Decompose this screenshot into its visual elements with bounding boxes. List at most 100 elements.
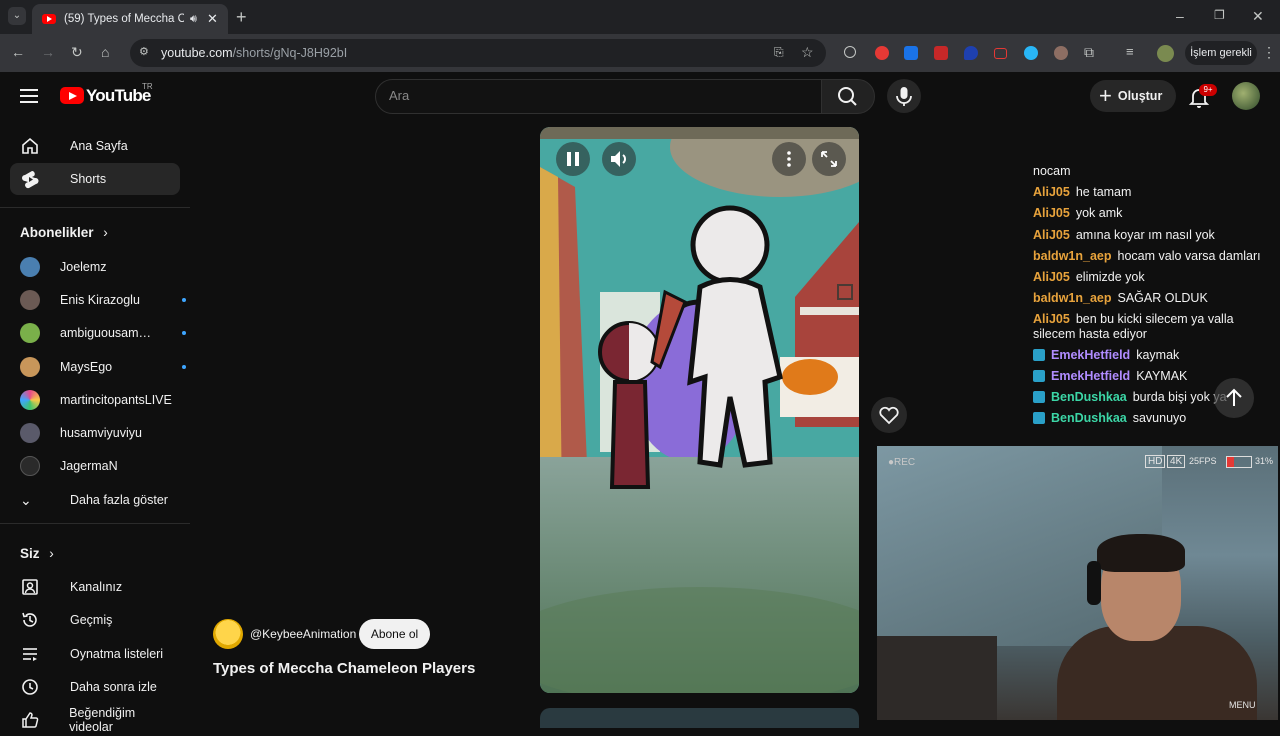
pause-button[interactable]: [556, 142, 590, 176]
sidebar-item-channel[interactable]: Kanalınız: [10, 571, 180, 603]
sidebar-subscription[interactable]: husamviyuviyu: [20, 417, 190, 449]
sidebar-item-shorts[interactable]: Shorts: [10, 163, 180, 195]
show-more-button[interactable]: ⌄ Daha fazla göster: [10, 484, 180, 516]
account-avatar[interactable]: [1232, 82, 1260, 110]
extension-6-icon[interactable]: [994, 48, 1007, 59]
extension-5-icon[interactable]: [964, 46, 978, 60]
sidebar-item-home[interactable]: Ana Sayfa: [10, 130, 180, 162]
channel-avatar[interactable]: [213, 619, 243, 649]
rec-indicator: ●REC: [888, 457, 916, 468]
reload-icon[interactable]: ↻: [71, 44, 83, 61]
sidebar-subscription[interactable]: JagermaN: [20, 450, 190, 482]
forward-icon[interactable]: →: [41, 44, 55, 60]
previous-short-button[interactable]: [1214, 378, 1254, 418]
you-heading[interactable]: Siz ›: [20, 546, 54, 561]
new-content-dot: [182, 365, 186, 369]
profile-action-button[interactable]: İşlem gerekli: [1185, 41, 1257, 65]
battery-level: 31%: [1255, 456, 1274, 466]
extension-2-icon[interactable]: [875, 46, 889, 60]
subscription-label: Enis Kirazoglu: [60, 293, 140, 307]
extension-7-icon[interactable]: [1024, 46, 1038, 60]
install-app-icon[interactable]: ⎘: [774, 45, 784, 60]
chat-message: AliJ05 elimizde yok: [1033, 270, 1145, 284]
home-browser-icon[interactable]: ⌂: [101, 44, 109, 60]
speaker-icon[interactable]: 🔊︎: [190, 13, 197, 26]
site-info-icon[interactable]: ⚙: [139, 45, 149, 58]
subscribe-button[interactable]: Abone ol: [359, 619, 430, 649]
more-options-button[interactable]: [772, 142, 806, 176]
webcam-shelf: [877, 636, 997, 720]
chat-message: AliJ05 amına koyar ım nasıl yok: [1033, 228, 1215, 242]
video-title[interactable]: Types of Meccha Chameleon Players: [213, 660, 475, 677]
plus-icon: +: [1099, 83, 1112, 108]
maximize-icon[interactable]: ❐: [1214, 8, 1225, 22]
kick-badge-icon: [1033, 391, 1045, 403]
kick-badge-icon: [1033, 349, 1045, 361]
sidebar-subscription[interactable]: martincitopantsLIVE: [20, 384, 190, 416]
like-button[interactable]: [871, 397, 907, 433]
extensions-puzzle-icon[interactable]: ⧉: [1084, 44, 1094, 61]
profile-avatar-icon[interactable]: [1157, 45, 1174, 62]
create-button[interactable]: + Oluştur: [1090, 80, 1176, 112]
home-icon: [22, 137, 38, 154]
extension-4-icon[interactable]: [934, 46, 948, 60]
chat-text: yok amk: [1075, 206, 1123, 220]
volume-button[interactable]: [602, 142, 636, 176]
sidebar-subscription[interactable]: ambiguousamph...: [20, 317, 190, 349]
search-input[interactable]: [375, 79, 823, 114]
sidebar-subscription[interactable]: Joelemz: [20, 251, 190, 283]
subscription-label: JagermaN: [60, 459, 118, 473]
back-icon[interactable]: ←: [11, 44, 25, 60]
voice-search-button[interactable]: [887, 79, 921, 113]
search-placeholder: Ara: [389, 88, 410, 103]
shorts-icon: [22, 171, 39, 189]
chat-message-continued: silecem hasta ediyor: [1033, 327, 1147, 341]
extension-8-icon[interactable]: [1054, 46, 1068, 60]
you-title: Siz: [20, 546, 40, 561]
chat-message: BenDushkaa burda bişi yok ya: [1033, 390, 1227, 404]
fullscreen-button[interactable]: [812, 142, 846, 176]
sidebar-subscription[interactable]: MaysEgo: [20, 351, 190, 383]
tab-search-icon[interactable]: ⌄: [8, 7, 26, 25]
chat-text: elimizde yok: [1075, 270, 1145, 284]
bookmark-star-icon[interactable]: ☆: [801, 44, 814, 61]
volume-icon: [611, 151, 626, 167]
youtube-logo-text[interactable]: YouTube: [86, 86, 151, 106]
next-short-preview[interactable]: [540, 708, 859, 728]
window-close-icon[interactable]: ✕: [1252, 8, 1264, 25]
divider: [0, 207, 190, 208]
hamburger-menu-icon[interactable]: [20, 88, 38, 104]
sidebar-item-liked[interactable]: Beğendiğim videolar: [10, 704, 180, 736]
shorts-video-player[interactable]: [540, 127, 859, 693]
chat-user: AliJ05: [1033, 312, 1070, 326]
history-icon: [22, 612, 37, 627]
sidebar-item-label: Geçmiş: [70, 613, 113, 627]
subscriptions-heading[interactable]: Abonelikler ›: [20, 225, 108, 240]
browser-menu-icon[interactable]: ⋮: [1262, 44, 1276, 61]
media-queue-icon[interactable]: ≡: [1126, 44, 1134, 59]
extension-1-icon[interactable]: [844, 46, 856, 58]
sidebar-subscription[interactable]: Enis Kirazoglu: [20, 284, 190, 316]
battery-icon: [1226, 456, 1252, 468]
kick-badge-icon: [1033, 370, 1045, 382]
close-tab-icon[interactable]: ✕: [207, 11, 218, 27]
subscription-label: husamviyuviyu: [60, 426, 142, 440]
extension-3-icon[interactable]: [904, 46, 918, 60]
arrow-up-icon: [1226, 388, 1242, 406]
new-tab-icon[interactable]: +: [236, 7, 247, 28]
sidebar-item-label: Shorts: [70, 172, 107, 186]
channel-avatar: [20, 390, 40, 410]
minimize-icon[interactable]: –: [1176, 8, 1184, 24]
subscriptions-title: Abonelikler: [20, 225, 94, 240]
webcam-person-body: [1057, 626, 1257, 720]
sidebar-item-history[interactable]: Geçmiş: [10, 604, 180, 636]
channel-avatar: [20, 423, 40, 443]
channel-name[interactable]: @KeybeeAnimation: [250, 627, 356, 641]
sidebar-item-watch-later[interactable]: Daha sonra izle: [10, 671, 180, 703]
search-button[interactable]: [821, 79, 875, 114]
address-bar[interactable]: youtube.com/shorts/gNq-J8H92bI: [130, 39, 826, 67]
sidebar-item-playlists[interactable]: Oynatma listeleri: [10, 638, 180, 670]
youtube-logo-icon[interactable]: [60, 87, 84, 104]
show-more-label: Daha fazla göster: [70, 493, 168, 507]
tab-active[interactable]: (59) Types of Meccha Chameleon Players 🔊…: [32, 4, 228, 34]
